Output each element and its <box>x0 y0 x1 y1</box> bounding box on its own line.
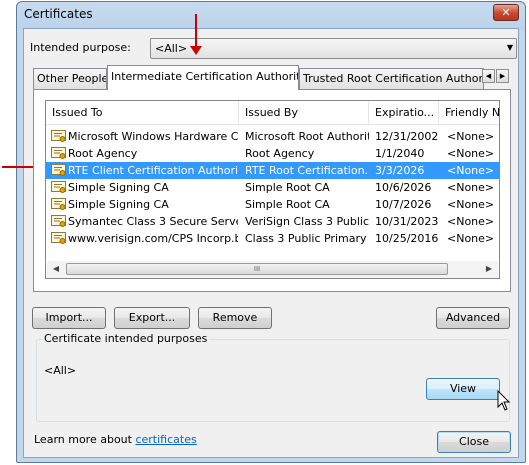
intended-purpose-label: Intended purpose: <box>30 41 131 54</box>
table-row[interactable]: Simple Signing CA Simple Root CA 10/6/2026… <box>46 179 499 196</box>
view-button[interactable]: View <box>426 378 500 400</box>
horizontal-scrollbar[interactable]: ◀ III ▶ <box>47 261 498 278</box>
cell-expiration: 1/1/2040 <box>375 147 425 160</box>
cell-issued-to: RTE Client Certification Authority <box>68 164 238 177</box>
intended-purpose-dropdown[interactable]: <All> ▼ <box>150 38 517 59</box>
annotation-arrow-down-line <box>195 14 197 48</box>
remove-button[interactable]: Remove <box>198 307 272 329</box>
intended-purposes-value: <All> <box>44 364 77 377</box>
intended-purpose-value: <All> <box>155 42 188 55</box>
table-row[interactable]: Microsoft Windows Hardware Co... Microsof… <box>46 128 499 145</box>
cell-friendly-name: <None> <box>447 181 495 194</box>
tab-scroll-right-icon[interactable]: ▶ <box>496 69 509 83</box>
cell-issued-by: RTE Root Certification... <box>245 164 369 177</box>
cell-issued-by: Root Agency <box>245 147 315 160</box>
cell-friendly-name: <None> <box>447 198 495 211</box>
cell-issued-to: Microsoft Windows Hardware Co... <box>68 130 238 143</box>
table-row[interactable]: Root Agency Root Agency 1/1/2040 <None> <box>46 145 499 162</box>
close-button[interactable]: Close <box>437 431 511 453</box>
dialog-client-area: Intended purpose: <All> ▼ Other People I… <box>23 28 519 458</box>
cell-expiration: 10/6/2026 <box>375 181 432 194</box>
mouse-cursor-icon <box>497 390 511 411</box>
table-row[interactable]: Simple Signing CA Simple Root CA 10/7/2026… <box>46 196 499 213</box>
cell-friendly-name: <None> <box>447 147 495 160</box>
cell-friendly-name: <None> <box>447 130 495 143</box>
cell-expiration: 3/3/2026 <box>375 164 425 177</box>
export-button[interactable]: Export... <box>114 307 190 329</box>
certificate-icon <box>51 215 66 227</box>
chevron-down-icon: ▼ <box>506 43 513 52</box>
cell-issued-by: Microsoft Root Authority <box>245 130 369 143</box>
learn-more-text: Learn more about certificates <box>34 433 197 446</box>
cell-issued-by: Simple Root CA <box>245 181 330 194</box>
cell-issued-to: Symantec Class 3 Secure Server... <box>68 215 238 228</box>
table-row[interactable]: RTE Client Certification Authority RTE Ro… <box>46 162 499 179</box>
certificate-icon <box>51 130 66 142</box>
tab-other-people[interactable]: Other People <box>33 68 107 89</box>
cell-issued-to: Simple Signing CA <box>68 181 169 194</box>
column-expiration[interactable]: Expiratio... <box>369 101 439 125</box>
close-window-button[interactable]: ✕ <box>493 4 519 21</box>
window-title: Certificates <box>24 7 93 21</box>
annotation-arrow-down-icon <box>190 46 202 55</box>
table-row[interactable]: www.verisign.com/CPS Incorp.b... Class 3 … <box>46 230 499 247</box>
certificates-dialog: Certificates ✕ Intended purpose: <All> ▼… <box>16 1 526 463</box>
tab-panel: Issued To Issued By Expiratio... Friendl… <box>33 89 511 292</box>
column-issued-to[interactable]: Issued To <box>46 101 239 125</box>
cell-issued-to: Root Agency <box>68 147 138 160</box>
scroll-thumb[interactable]: III <box>66 263 448 275</box>
list-header: Issued To Issued By Expiratio... Friendl… <box>46 101 499 125</box>
tab-intermediate-certification-authorities[interactable]: Intermediate Certification Authorities <box>107 65 299 90</box>
cell-expiration: 10/7/2026 <box>375 198 432 211</box>
cell-expiration: 12/31/2002 <box>375 130 439 143</box>
intended-purposes-title: Certificate intended purposes <box>42 332 210 345</box>
column-friendly-name[interactable]: Friendly Na <box>439 101 499 125</box>
intended-purposes-group: Certificate intended purposes <All> View <box>36 332 511 422</box>
column-issued-by[interactable]: Issued By <box>239 101 369 125</box>
cell-issued-to: Simple Signing CA <box>68 198 169 211</box>
certificate-list[interactable]: Issued To Issued By Expiratio... Friendl… <box>45 100 500 279</box>
tab-trusted-root-certification-authorities[interactable]: Trusted Root Certification Authorities <box>299 68 484 89</box>
cell-issued-by: Class 3 Public Primary ... <box>245 232 369 245</box>
import-button[interactable]: Import... <box>32 307 106 329</box>
certificate-icon <box>51 198 66 210</box>
cell-friendly-name: <None> <box>447 232 495 245</box>
cell-issued-by: VeriSign Class 3 Public... <box>245 215 369 228</box>
certificate-icon <box>51 164 66 176</box>
certificate-icon <box>51 232 66 244</box>
cell-expiration: 10/25/2016 <box>375 232 439 245</box>
advanced-button[interactable]: Advanced <box>436 307 510 329</box>
cell-expiration: 10/31/2023 <box>375 215 439 228</box>
tab-scroll-left-icon[interactable]: ◀ <box>482 69 495 83</box>
scroll-left-icon[interactable]: ◀ <box>49 263 63 275</box>
certificates-link[interactable]: certificates <box>135 433 196 446</box>
scroll-right-icon[interactable]: ▶ <box>482 263 496 275</box>
certificate-icon <box>51 147 66 159</box>
cell-issued-by: Simple Root CA <box>245 198 330 211</box>
cell-friendly-name: <None> <box>447 164 495 177</box>
learn-more-prefix: Learn more about <box>34 433 136 446</box>
cell-friendly-name: <None> <box>447 215 495 228</box>
cell-issued-to: www.verisign.com/CPS Incorp.b... <box>68 232 238 245</box>
certificate-icon <box>51 181 66 193</box>
table-row[interactable]: Symantec Class 3 Secure Server... VeriSig… <box>46 213 499 230</box>
